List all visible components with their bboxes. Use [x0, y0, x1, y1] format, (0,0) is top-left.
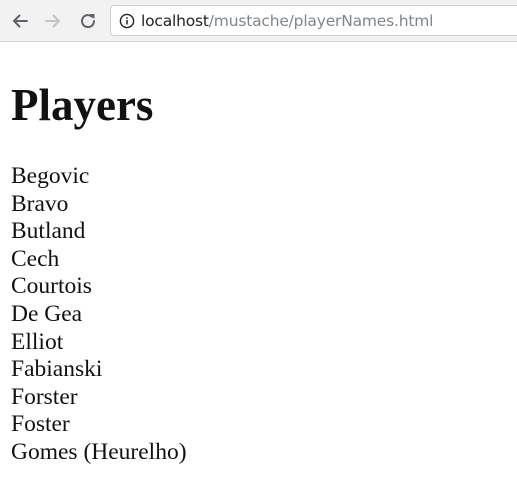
address-bar[interactable]: localhost/mustache/playerNames.html — [110, 5, 517, 36]
info-icon[interactable] — [119, 13, 135, 29]
player-name: Foster — [11, 411, 70, 438]
player-name: Elliot — [11, 328, 64, 355]
player-name: De Gea — [11, 300, 83, 327]
url-path: /mustache/playerNames.html — [208, 11, 434, 30]
url-text[interactable]: localhost/mustache/playerNames.html — [141, 12, 433, 30]
reload-icon — [81, 14, 96, 29]
player-name: Begovic — [11, 163, 90, 189]
player-name: Fabianski — [11, 356, 103, 383]
player-name: Butland — [11, 218, 86, 245]
player-list: Begovic Bravo Butland Cech Courtois De G… — [11, 163, 511, 467]
back-button[interactable] — [7, 8, 33, 34]
reload-button[interactable] — [75, 8, 101, 34]
forward-arrow-icon — [45, 14, 60, 28]
page-title: Players — [11, 80, 154, 130]
player-name: Courtois — [11, 273, 92, 300]
player-name: Cech — [11, 245, 60, 272]
browser-toolbar: localhost/mustache/playerNames.html — [0, 0, 517, 42]
url-host: localhost — [141, 11, 209, 30]
back-arrow-icon — [13, 14, 28, 28]
player-name: Bravo — [11, 190, 69, 217]
page-content: Players Begovic Bravo Butland Cech Court… — [11, 42, 511, 483]
forward-button[interactable] — [40, 8, 66, 34]
player-name: Gomes (Heurelho) — [11, 438, 187, 465]
player-name: Forster — [11, 383, 78, 410]
